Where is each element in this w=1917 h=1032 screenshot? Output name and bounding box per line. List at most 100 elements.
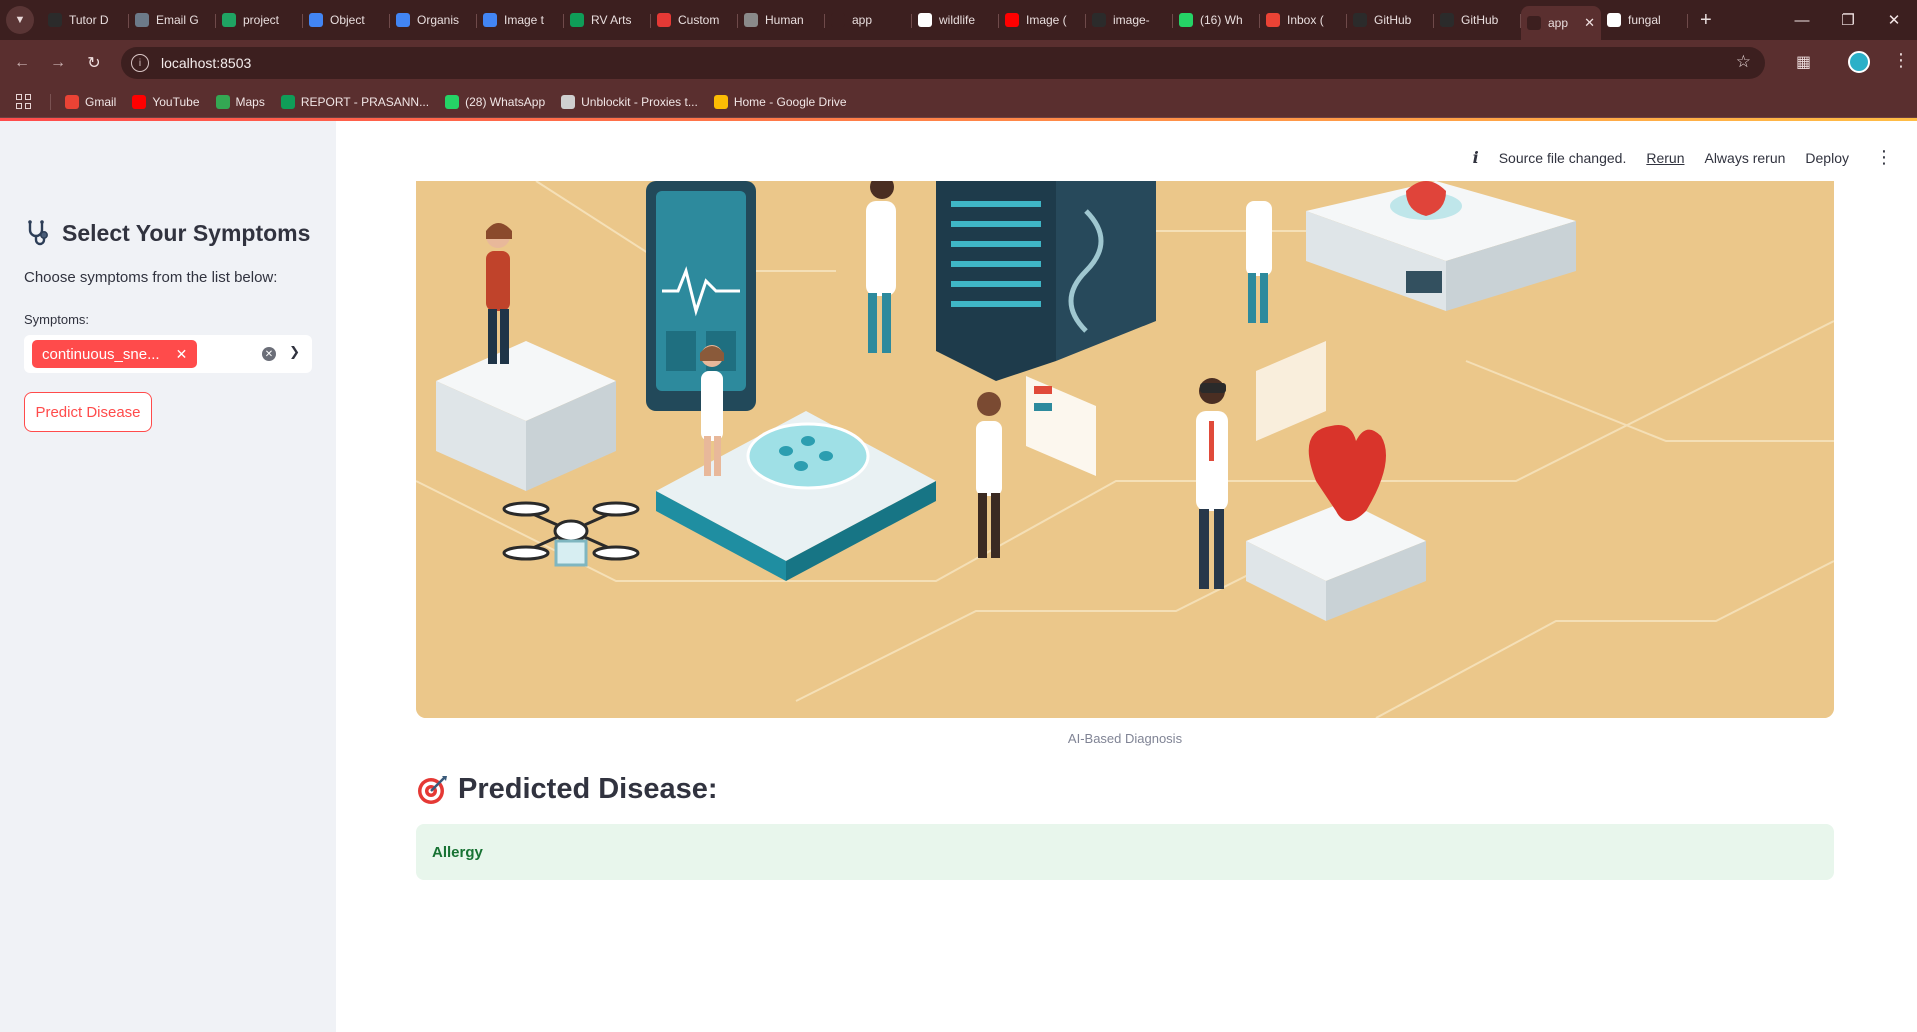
apps-grid-icon[interactable] bbox=[16, 93, 32, 110]
bookmark-item[interactable]: Gmail bbox=[65, 94, 116, 109]
youtube-icon bbox=[132, 94, 147, 109]
browser-tab[interactable]: wildlife bbox=[912, 5, 999, 35]
site-info-icon[interactable]: i bbox=[131, 54, 149, 72]
bookmarks-divider bbox=[50, 93, 51, 110]
browser-tab[interactable]: GitHub bbox=[1347, 5, 1434, 35]
sheets-icon bbox=[570, 13, 584, 27]
app-toolbar: i Source file changed. Rerun Always reru… bbox=[1473, 147, 1893, 168]
bookmarks-bar: Gmail YouTube Maps REPORT - PRASANN... (28) … bbox=[0, 86, 1917, 118]
browser-tab[interactable]: fungal bbox=[1601, 5, 1688, 35]
symptoms-multiselect[interactable]: continuous_sne... ✕ ✕ ❯ bbox=[24, 335, 312, 373]
lab-illustration-svg bbox=[416, 181, 1834, 718]
browser-tab[interactable]: Email G bbox=[129, 5, 216, 35]
back-arrow-icon[interactable]: ← bbox=[8, 49, 36, 77]
tab-label: Object bbox=[330, 13, 365, 27]
clear-all-icon[interactable]: ✕ bbox=[262, 347, 276, 361]
tab-label: fungal bbox=[1628, 13, 1661, 27]
predict-disease-button[interactable]: Predict Disease bbox=[24, 392, 152, 432]
sidebar-heading: Select Your Symptoms bbox=[24, 219, 310, 247]
browser-tab[interactable]: Organis bbox=[390, 5, 477, 35]
browser-tab[interactable]: Tutor D bbox=[42, 5, 129, 35]
github-icon bbox=[1440, 13, 1454, 27]
tab-label: Human bbox=[765, 13, 804, 27]
browser-tab[interactable]: RV Arts bbox=[564, 5, 651, 35]
tab-label: GitHub bbox=[1461, 13, 1499, 27]
sidebar-subtitle: Choose symptoms from the list below: bbox=[24, 269, 278, 286]
tab-search-chevron-icon[interactable]: ▼ bbox=[6, 6, 34, 34]
main-content: i Source file changed. Rerun Always reru… bbox=[336, 121, 1917, 1032]
drive-icon bbox=[713, 94, 728, 109]
browser-tab[interactable]: Inbox ( bbox=[1260, 5, 1347, 35]
drive-icon bbox=[222, 13, 236, 27]
browser-tab[interactable]: project bbox=[216, 5, 303, 35]
bookmark-item[interactable]: (28) WhatsApp bbox=[445, 94, 546, 109]
new-tab-plus-icon[interactable]: + bbox=[1700, 9, 1712, 32]
chip-label: continuous_sne... bbox=[42, 345, 160, 363]
bookmark-item[interactable]: YouTube bbox=[132, 94, 200, 109]
browser-tab[interactable]: app bbox=[825, 5, 912, 35]
browser-tab[interactable]: Human bbox=[738, 5, 825, 35]
streamlit-icon bbox=[831, 13, 845, 27]
source-changed-status: Source file changed. bbox=[1498, 149, 1627, 166]
l-icon bbox=[657, 13, 671, 27]
forward-arrow-icon[interactable]: → bbox=[44, 49, 72, 77]
browser-tab[interactable]: Image t bbox=[477, 5, 564, 35]
browser-tab[interactable]: Image ( bbox=[999, 5, 1086, 35]
browser-tab[interactable]: Custom bbox=[651, 5, 738, 35]
ai-diagnosis-illustration bbox=[416, 181, 1834, 718]
address-bar[interactable]: i localhost:8503 ☆ bbox=[121, 47, 1765, 79]
predicted-disease-value: Allergy bbox=[432, 843, 483, 861]
tablet-graphic bbox=[646, 181, 756, 411]
target-dart-icon bbox=[418, 775, 447, 804]
url-text[interactable]: localhost:8503 bbox=[161, 55, 251, 71]
profile-avatar[interactable] bbox=[1848, 51, 1870, 73]
app-menu-kebab-icon[interactable]: ⋮ bbox=[1875, 147, 1893, 168]
close-window-icon[interactable]: ✕ bbox=[1871, 0, 1917, 40]
deploy-button[interactable]: Deploy bbox=[1805, 150, 1849, 166]
bookmark-label: Maps bbox=[235, 94, 265, 109]
browser-tab-strip: ▼ Tutor D Email G project Object Organis Imag… bbox=[0, 0, 1917, 40]
bookmark-star-icon[interactable]: ☆ bbox=[1736, 52, 1751, 72]
tab-label: wildlife bbox=[939, 13, 976, 27]
bookmark-item[interactable]: Unblockit - Proxies t... bbox=[561, 94, 698, 109]
tab-label: app bbox=[1548, 16, 1569, 30]
gmail-icon bbox=[1266, 13, 1280, 27]
info-icon: i bbox=[1472, 148, 1479, 167]
prediction-success-alert: Allergy bbox=[416, 824, 1834, 880]
restore-icon[interactable]: ❐ bbox=[1825, 0, 1871, 40]
tab-list: Tutor D Email G project Object Organis Image … bbox=[42, 0, 1688, 40]
reload-icon[interactable]: ↻ bbox=[80, 49, 108, 77]
browser-tab[interactable]: Object bbox=[303, 5, 390, 35]
bookmark-item[interactable]: REPORT - PRASANN... bbox=[280, 94, 429, 109]
browser-tab[interactable]: app ✕ bbox=[1521, 6, 1601, 40]
rerun-button[interactable]: Rerun bbox=[1646, 150, 1684, 166]
bookmark-label: (28) WhatsApp bbox=[465, 94, 546, 109]
whatsapp-icon bbox=[445, 94, 460, 109]
google-icon bbox=[918, 13, 932, 27]
image-caption: AI-Based Diagnosis bbox=[1067, 731, 1183, 746]
browser-menu-kebab-icon[interactable]: ⋮ bbox=[1892, 50, 1910, 71]
symptoms-label: Symptoms: bbox=[24, 312, 90, 327]
browser-tab[interactable]: GitHub bbox=[1434, 5, 1521, 35]
extensions-puzzle-icon[interactable]: ▦ bbox=[1796, 52, 1811, 72]
chevron-down-icon[interactable]: ❯ bbox=[289, 344, 300, 360]
tab-label: image- bbox=[1113, 13, 1150, 27]
streamlit-icon bbox=[1527, 16, 1541, 30]
tab-label: Inbox ( bbox=[1287, 13, 1324, 27]
close-tab-icon[interactable]: ✕ bbox=[1584, 15, 1595, 31]
browser-tab[interactable]: (16) Wh bbox=[1173, 5, 1260, 35]
bookmark-label: Home - Google Drive bbox=[733, 94, 847, 109]
bookmark-item[interactable]: Home - Google Drive bbox=[713, 94, 847, 109]
unblockit-icon bbox=[561, 94, 576, 109]
always-rerun-button[interactable]: Always rerun bbox=[1704, 150, 1785, 166]
docs-icon bbox=[483, 13, 497, 27]
browser-tab[interactable]: image- bbox=[1086, 5, 1173, 35]
tab-label: project bbox=[243, 13, 280, 27]
bookmark-label: Unblockit - Proxies t... bbox=[581, 94, 698, 109]
minimize-icon[interactable]: — bbox=[1779, 0, 1825, 40]
tab-label: (16) Wh bbox=[1200, 13, 1243, 27]
remove-chip-icon[interactable]: ✕ bbox=[176, 346, 188, 363]
bookmark-item[interactable]: Maps bbox=[215, 94, 265, 109]
email-icon bbox=[135, 13, 149, 27]
always-rerun-label: Always rerun bbox=[1704, 149, 1786, 166]
